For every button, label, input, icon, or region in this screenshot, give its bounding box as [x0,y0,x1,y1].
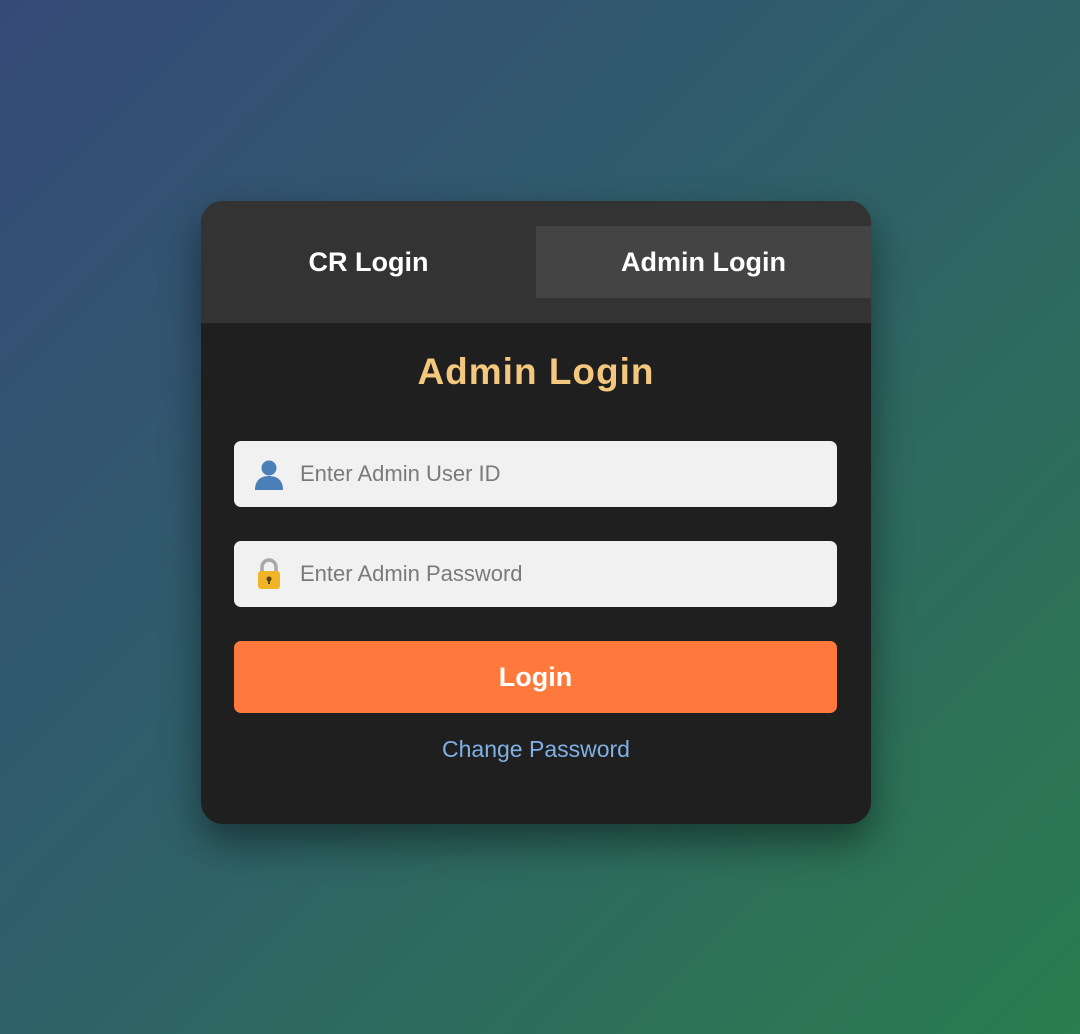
user-id-field[interactable] [234,441,837,507]
tab-cr-login[interactable]: CR Login [201,226,536,298]
change-password-link[interactable]: Change Password [201,736,871,763]
form-heading: Admin Login [417,351,655,392]
login-button[interactable]: Login [234,641,837,713]
password-input[interactable] [300,541,837,607]
lock-icon [252,557,286,591]
user-id-input[interactable] [300,441,837,507]
password-field[interactable] [234,541,837,607]
login-card: CR Login Admin Login Admin Login Login C… [201,201,871,824]
tab-admin-login[interactable]: Admin Login [536,226,871,298]
user-icon [252,457,286,491]
tab-bar: CR Login Admin Login [201,201,871,323]
